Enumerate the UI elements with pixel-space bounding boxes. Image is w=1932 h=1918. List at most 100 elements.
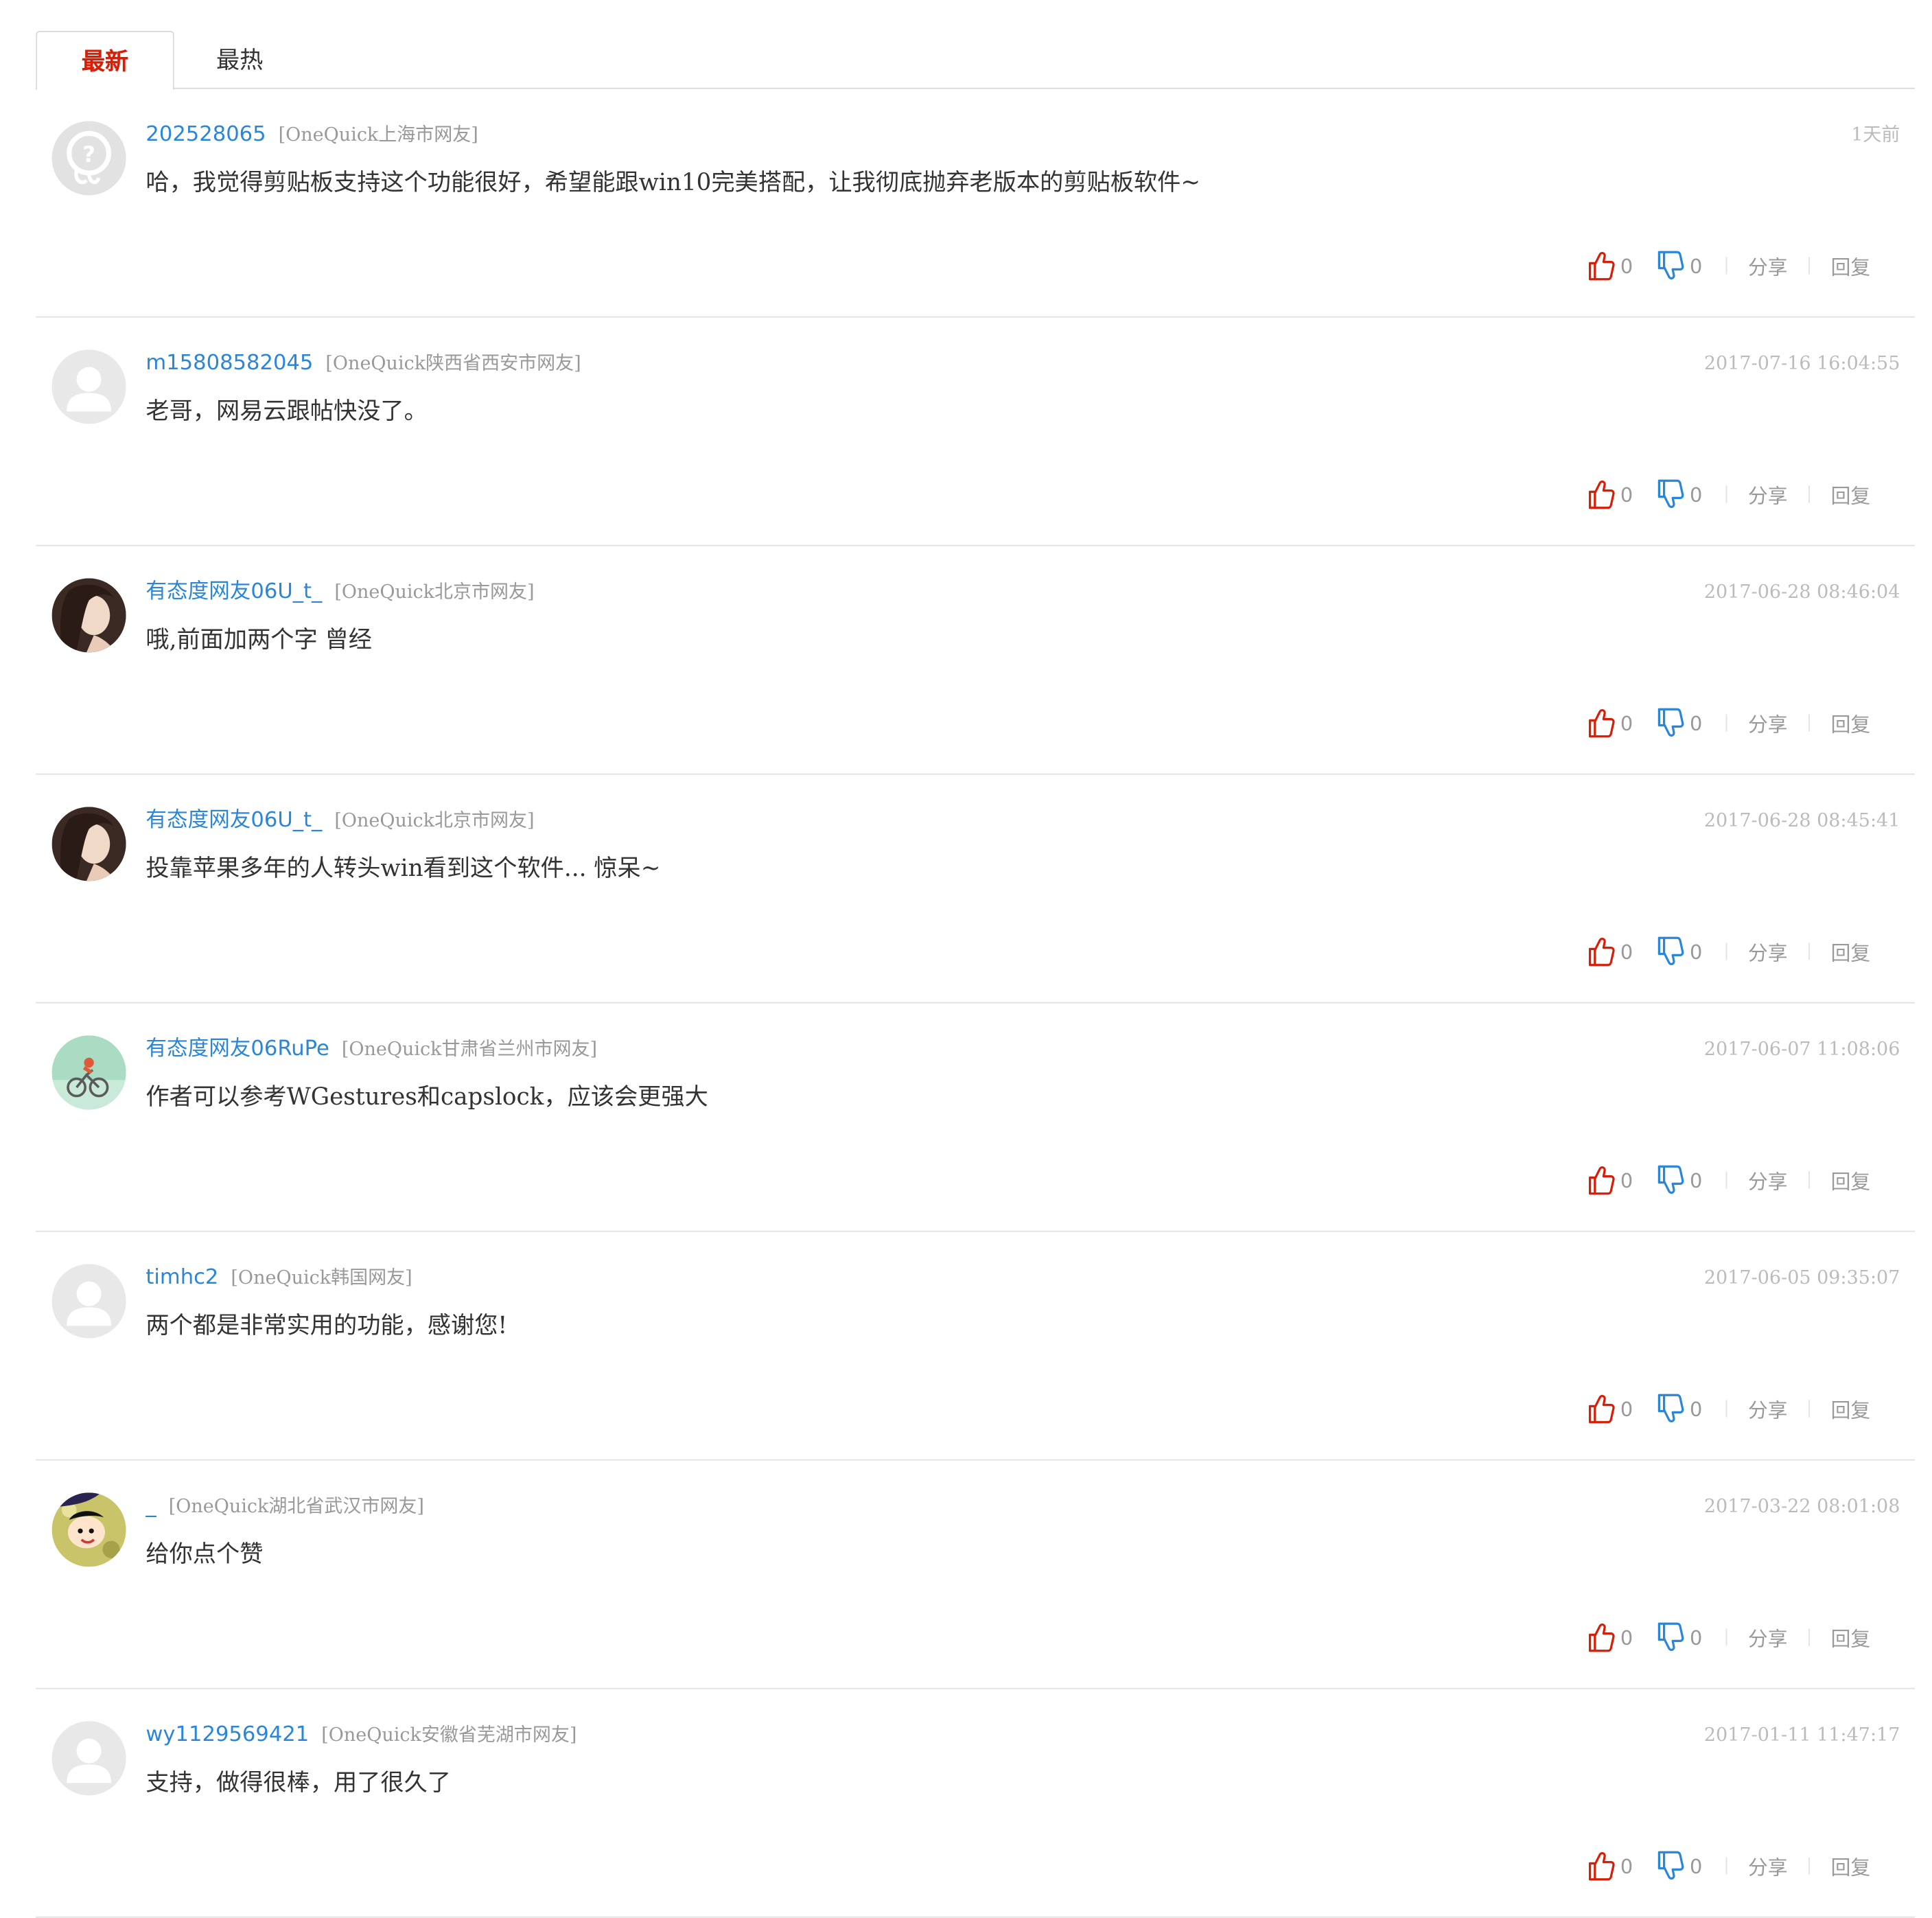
divider [1725, 943, 1727, 960]
like-button[interactable]: 0 [1585, 478, 1633, 511]
cartoon-avatar[interactable] [51, 1492, 126, 1567]
default-person-avatar[interactable] [51, 349, 126, 424]
share-button[interactable]: 分享 [1748, 1851, 1788, 1880]
user-location: [OneQuick北京市网友] [334, 581, 535, 603]
comment-item: 有态度网友06RuPe [OneQuick甘肃省兰州市网友] 2017-06-07… [36, 1004, 1916, 1232]
dislike-count: 0 [1690, 1168, 1703, 1192]
like-button[interactable]: 0 [1585, 936, 1633, 968]
comment-meta: 有态度网友06U_t_ [OneQuick北京市网友] [146, 806, 534, 835]
dislike-button[interactable]: 0 [1655, 1393, 1702, 1425]
dislike-button[interactable]: 0 [1655, 707, 1703, 739]
like-button[interactable]: 0 [1585, 250, 1633, 282]
share-button[interactable]: 分享 [1748, 708, 1788, 737]
comment-content: 老哥，网易云跟帖快没了。 [146, 397, 428, 426]
thumbs-down-icon [1655, 250, 1685, 282]
username-link[interactable]: timhc2 [146, 1265, 218, 1290]
like-count: 0 [1620, 253, 1633, 278]
like-count: 0 [1620, 710, 1633, 735]
comment-actions: 0 0 分享 回复 [1585, 934, 1870, 969]
reply-button[interactable]: 回复 [1831, 708, 1871, 737]
divider [1725, 257, 1727, 275]
reply-button[interactable]: 回复 [1831, 1165, 1871, 1194]
share-button[interactable]: 分享 [1748, 1394, 1788, 1423]
divider [1808, 1857, 1810, 1875]
dislike-button[interactable]: 0 [1655, 1850, 1703, 1882]
username-link[interactable]: wy1129569421 [146, 1722, 309, 1747]
default-question-avatar[interactable]: ? [51, 121, 126, 196]
comment-meta: 202528065 [OneQuick上海市网友] [146, 120, 478, 150]
reply-button[interactable]: 回复 [1831, 251, 1871, 280]
share-button[interactable]: 分享 [1748, 479, 1788, 509]
reply-button[interactable]: 回复 [1831, 1394, 1871, 1423]
thumbs-up-icon [1585, 1621, 1615, 1654]
dislike-count: 0 [1690, 1853, 1703, 1878]
comment-item: 有态度网友06U_t_ [OneQuick北京市网友] 2017-06-28 08… [36, 775, 1916, 1004]
svg-text:?: ? [82, 141, 95, 167]
like-button[interactable]: 0 [1585, 1164, 1633, 1197]
user-location: [OneQuick上海市网友] [278, 124, 478, 146]
thumbs-up-icon [1585, 478, 1615, 511]
tab-latest[interactable]: 最新 [36, 31, 174, 91]
comment-actions: 0 0 分享 回复 [1585, 249, 1870, 283]
dislike-button[interactable]: 0 [1655, 1164, 1703, 1197]
like-button[interactable]: 0 [1585, 707, 1633, 739]
divider [1725, 1628, 1727, 1646]
thumbs-up-icon [1585, 707, 1615, 739]
comment-time: 2017-06-28 08:45:41 [1703, 809, 1900, 832]
reply-button[interactable]: 回复 [1831, 1851, 1871, 1880]
like-count: 0 [1620, 1853, 1633, 1878]
reply-button[interactable]: 回复 [1831, 1622, 1871, 1652]
username-link[interactable]: 有态度网友06RuPe [146, 1037, 329, 1061]
dislike-button[interactable]: 0 [1655, 1621, 1703, 1654]
comment-content: 作者可以参考WGestures和capslock，应该会更强大 [146, 1083, 708, 1111]
comment-item: m15808582045 [OneQuick陕西省西安市网友] 2017-07-1… [36, 318, 1916, 546]
reply-button[interactable]: 回复 [1831, 936, 1871, 966]
dislike-button[interactable]: 0 [1655, 478, 1702, 511]
like-count: 0 [1620, 1625, 1633, 1650]
comment-item: timhc2 [OneQuick韩国网友] 2017-06-05 09:35:07… [36, 1232, 1916, 1461]
divider [1808, 1400, 1810, 1418]
cyclist-avatar[interactable] [51, 1035, 126, 1110]
thumbs-down-icon [1655, 1850, 1685, 1882]
like-button[interactable]: 0 [1585, 1393, 1633, 1425]
username-link[interactable]: _ [146, 1494, 156, 1518]
share-button[interactable]: 分享 [1748, 1622, 1788, 1652]
comment-content: 给你点个赞 [146, 1540, 264, 1569]
divider [1808, 1171, 1810, 1189]
comment-item: _ [OneQuick湖北省武汉市网友] 2017-03-22 08:01:08 … [36, 1461, 1916, 1689]
divider [1725, 1857, 1727, 1875]
thumbs-up-icon [1585, 1393, 1615, 1425]
divider [1808, 257, 1810, 275]
default-person-avatar[interactable] [51, 1264, 126, 1339]
dislike-button[interactable]: 0 [1655, 250, 1702, 282]
dislike-button[interactable]: 0 [1655, 936, 1702, 968]
username-link[interactable]: 202528065 [146, 122, 266, 147]
share-button[interactable]: 分享 [1748, 251, 1788, 280]
comment-actions: 0 0 分享 回复 [1585, 1849, 1870, 1883]
username-link[interactable]: 有态度网友06U_t_ [146, 808, 322, 833]
comment-meta: _ [OneQuick湖北省武汉市网友] [146, 1492, 424, 1521]
thumbs-up-icon [1585, 250, 1615, 282]
divider [1725, 1171, 1727, 1189]
divider [1725, 1400, 1727, 1418]
tab-hottest[interactable]: 最热 [172, 31, 307, 88]
comment-content: 哦,前面加两个字 曾经 [146, 626, 372, 654]
photo-avatar[interactable] [51, 578, 126, 653]
dislike-count: 0 [1690, 710, 1703, 735]
divider [1808, 1628, 1810, 1646]
dislike-count: 0 [1690, 1625, 1703, 1650]
share-button[interactable]: 分享 [1748, 936, 1788, 966]
share-button[interactable]: 分享 [1748, 1165, 1788, 1194]
username-link[interactable]: m15808582045 [146, 351, 313, 375]
like-button[interactable]: 0 [1585, 1850, 1633, 1882]
reply-button[interactable]: 回复 [1831, 479, 1871, 509]
photo-avatar[interactable] [51, 807, 126, 881]
comment-item: ? 202528065 [OneQuick上海市网友] 1天前 哈，我觉得剪贴板支… [36, 89, 1916, 318]
username-link[interactable]: 有态度网友06U_t_ [146, 579, 322, 604]
user-location: [OneQuick陕西省西安市网友] [325, 352, 581, 375]
default-person-avatar[interactable] [51, 1721, 126, 1796]
comments-panel: 最新 最热 ? 202528065 [OneQuick上海市网友] 1天前 哈，我… [0, 0, 1932, 1918]
like-button[interactable]: 0 [1585, 1621, 1633, 1654]
comment-content: 投靠苹果多年的人转头win看到这个软件... 惊呆~ [146, 855, 661, 883]
comment-time: 2017-07-16 16:04:55 [1703, 352, 1900, 375]
